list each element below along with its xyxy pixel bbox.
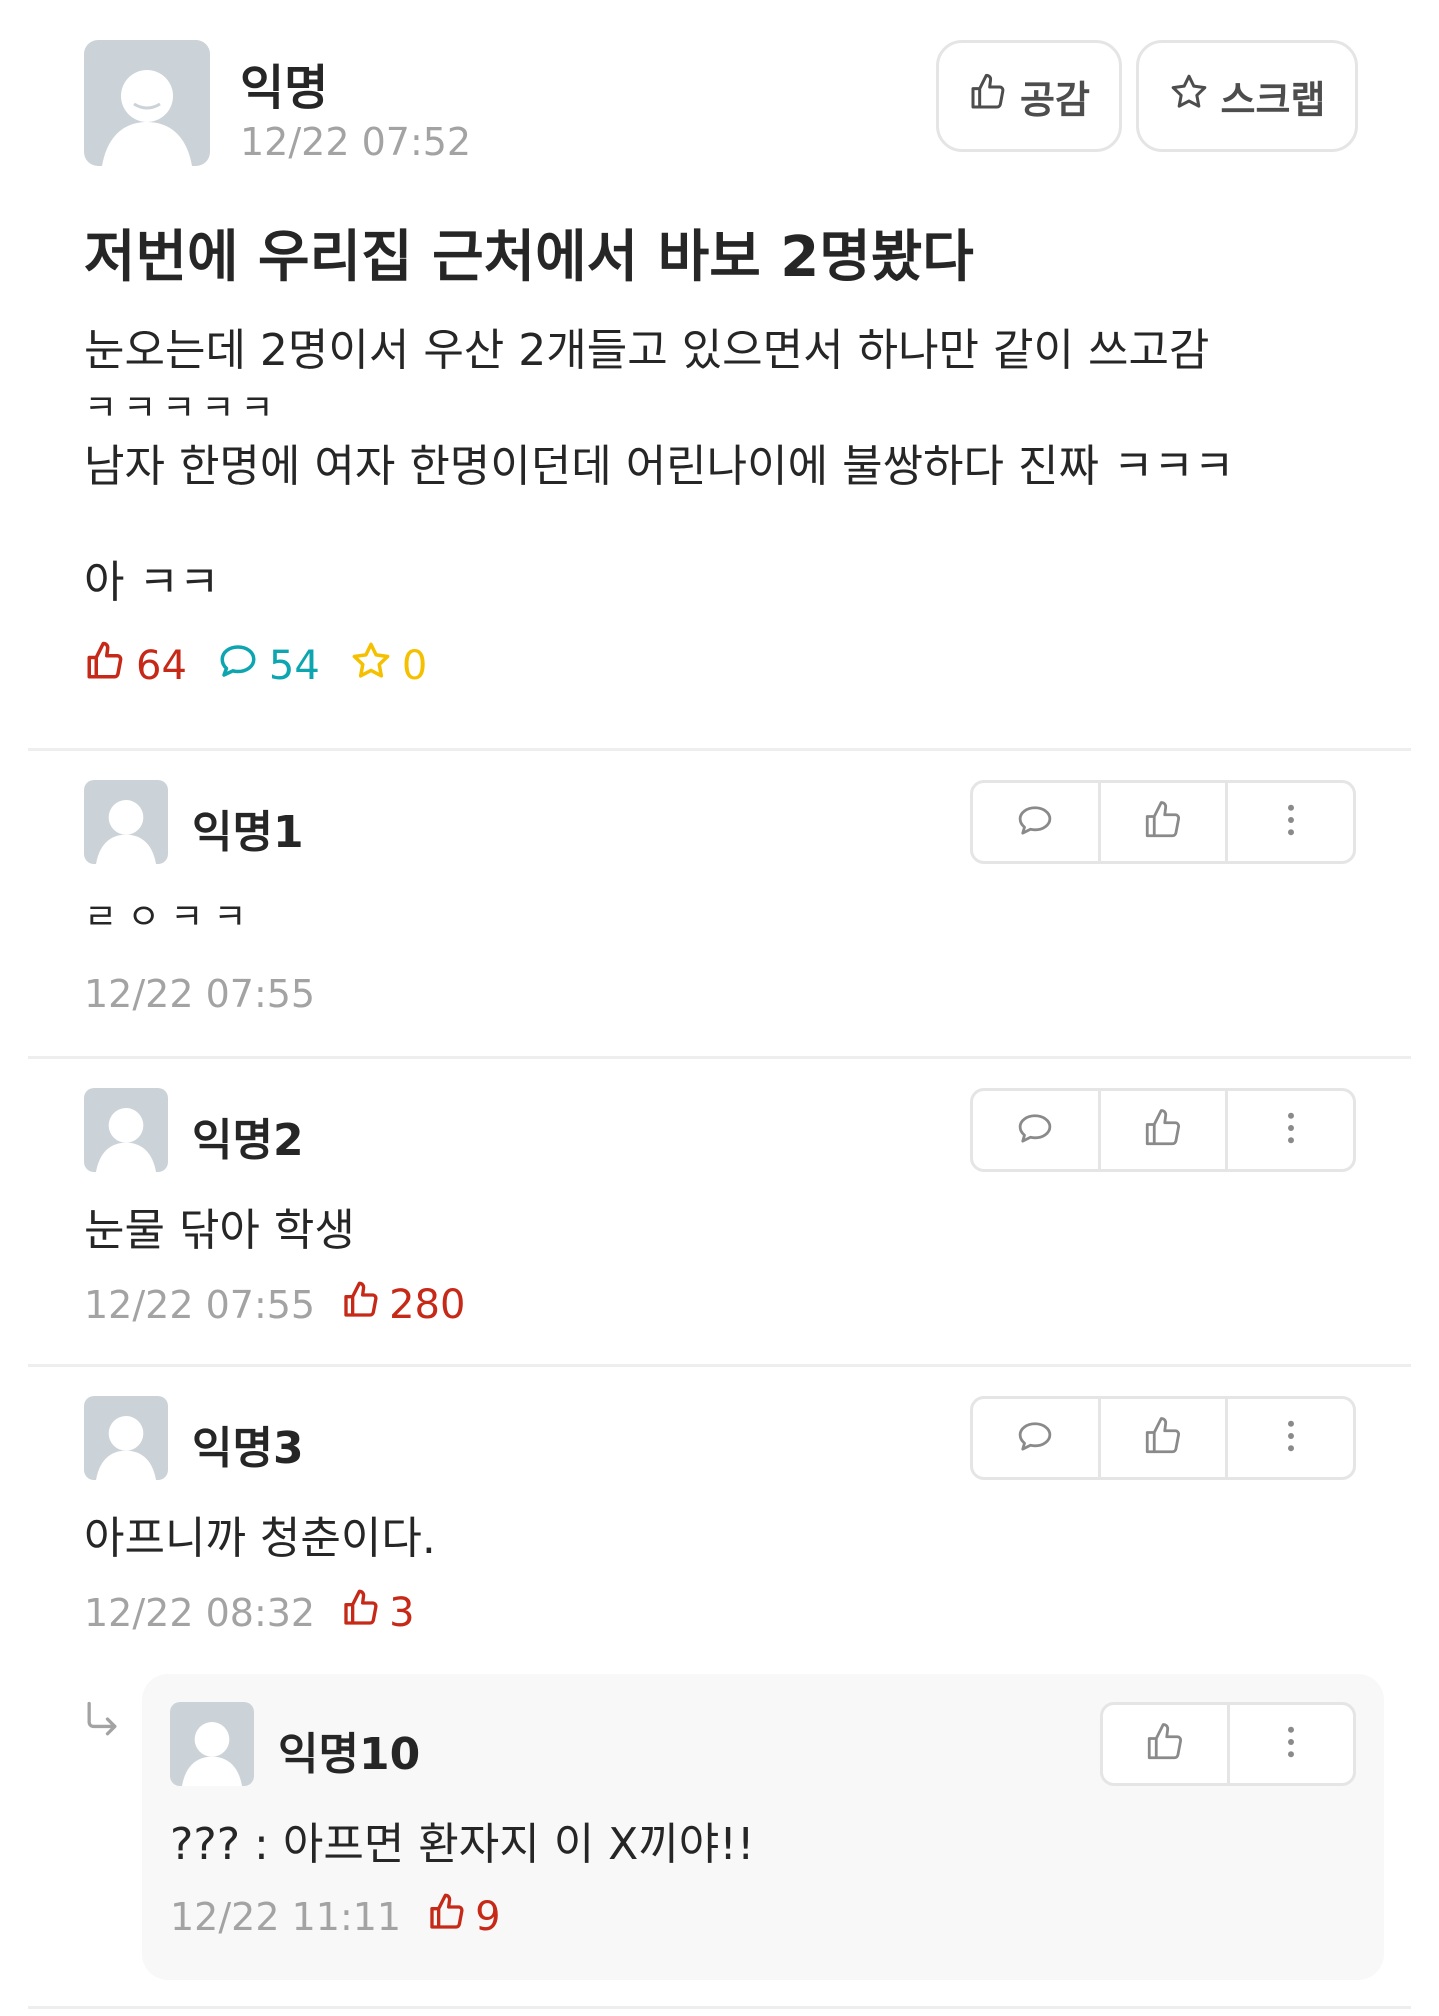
comment-like-count: 280 — [341, 1280, 465, 1330]
scrap-button[interactable]: 스크랩 — [1136, 40, 1358, 152]
post-title: 저번에 우리집 근처에서 바보 2명봤다 — [84, 225, 974, 290]
post-body-line: 아 ㅋㅋ — [84, 557, 220, 608]
post-time: 12/22 07:52 — [240, 120, 472, 164]
divider — [28, 1364, 1411, 1367]
comment-author: 익명2 — [192, 1115, 304, 1166]
comment-time: 12/22 07:55 — [84, 972, 316, 1016]
comment-time: 12/22 07:55 — [84, 1283, 316, 1327]
comment-time: 12/22 08:32 — [84, 1591, 316, 1635]
more-button[interactable] — [1225, 1399, 1353, 1477]
reply-button[interactable] — [973, 1399, 1098, 1477]
thumbs-up-icon — [1142, 799, 1184, 845]
more-button[interactable] — [1225, 1091, 1353, 1169]
star-icon — [350, 640, 392, 692]
thumbs-up-icon — [341, 1588, 381, 1638]
like-comment-button[interactable] — [1097, 783, 1226, 861]
like-comment-button[interactable] — [1097, 1091, 1226, 1169]
thumbs-up-icon — [84, 640, 126, 692]
like-comment-button[interactable] — [1097, 1399, 1226, 1477]
thumbs-up-icon — [341, 1280, 381, 1330]
speech-bubble-icon — [217, 640, 259, 692]
post-body-line: 남자 한명에 여자 한명이던데 어린나이에 불쌍하다 진짜 ㅋㅋㅋ — [84, 441, 1235, 492]
post-body-line: 눈오는데 2명이서 우산 2개들고 있으면서 하나만 같이 쓰고감 — [84, 325, 1210, 376]
thumbs-up-icon — [968, 72, 1008, 121]
post-body-line: ㅋㅋㅋㅋㅋ — [84, 388, 280, 429]
reply-arrow-icon — [80, 1698, 124, 1742]
comment-like-count: 3 — [341, 1588, 415, 1638]
post-avatar — [84, 40, 210, 166]
post-comment-count: 54 — [217, 640, 320, 692]
more-button[interactable] — [1226, 1705, 1354, 1783]
like-reply-button[interactable] — [1103, 1705, 1227, 1783]
comment-meta: 12/22 07:55 — [84, 972, 315, 1016]
divider — [28, 2006, 1411, 2009]
thumbs-up-icon — [1142, 1107, 1184, 1153]
like-post-button[interactable]: 공감 — [936, 40, 1122, 152]
thumbs-up-icon — [1144, 1721, 1186, 1767]
more-vertical-icon — [1270, 799, 1312, 845]
reply-avatar — [170, 1702, 254, 1786]
comment-actions — [970, 1396, 1356, 1480]
post-like-count: 64 — [84, 640, 187, 692]
like-post-label: 공감 — [1020, 77, 1090, 122]
comment-avatar — [84, 1396, 168, 1480]
comment-author: 익명1 — [192, 807, 304, 858]
comment-text: ㄹㅇㅋㅋ — [84, 897, 257, 938]
divider — [28, 1056, 1411, 1059]
speech-bubble-icon — [1014, 799, 1056, 845]
reply-time: 12/22 11:11 — [170, 1895, 402, 1939]
thumbs-up-icon — [427, 1892, 467, 1942]
more-vertical-icon — [1270, 1721, 1312, 1767]
post-author: 익명 — [240, 60, 329, 116]
comment-avatar — [84, 1088, 168, 1172]
reply-button[interactable] — [973, 1091, 1098, 1169]
more-button[interactable] — [1225, 783, 1353, 861]
reply-text: ??? : 아프면 환자지 이 X끼야!! — [170, 1819, 755, 1870]
reply-actions — [1100, 1702, 1356, 1786]
star-icon — [1169, 72, 1209, 121]
post-body-line — [84, 496, 1374, 554]
more-vertical-icon — [1270, 1415, 1312, 1461]
comment-meta: 12/22 07:55 280 — [84, 1280, 465, 1330]
thumbs-up-icon — [1142, 1415, 1184, 1461]
post-body: 눈오는데 2명이서 우산 2개들고 있으면서 하나만 같이 쓰고감 ㅋㅋㅋㅋㅋ … — [84, 322, 1374, 612]
speech-bubble-icon — [1014, 1415, 1056, 1461]
comment-actions — [970, 780, 1356, 864]
scrap-label: 스크랩 — [1220, 77, 1326, 122]
post-scrap-count: 0 — [350, 640, 427, 692]
reply-meta: 12/22 11:11 9 — [170, 1892, 501, 1942]
reply-like-count: 9 — [427, 1892, 501, 1942]
comment-text: 아프니까 청춘이다. — [84, 1513, 436, 1564]
comment-avatar — [84, 780, 168, 864]
reply-author: 익명10 — [278, 1729, 421, 1780]
comment-author: 익명3 — [192, 1423, 304, 1474]
more-vertical-icon — [1270, 1107, 1312, 1153]
divider — [28, 748, 1411, 751]
reply-button[interactable] — [973, 783, 1098, 861]
speech-bubble-icon — [1014, 1107, 1056, 1153]
comment-meta: 12/22 08:32 3 — [84, 1588, 415, 1638]
comment-text: 눈물 닦아 학생 — [84, 1205, 355, 1256]
comment-actions — [970, 1088, 1356, 1172]
